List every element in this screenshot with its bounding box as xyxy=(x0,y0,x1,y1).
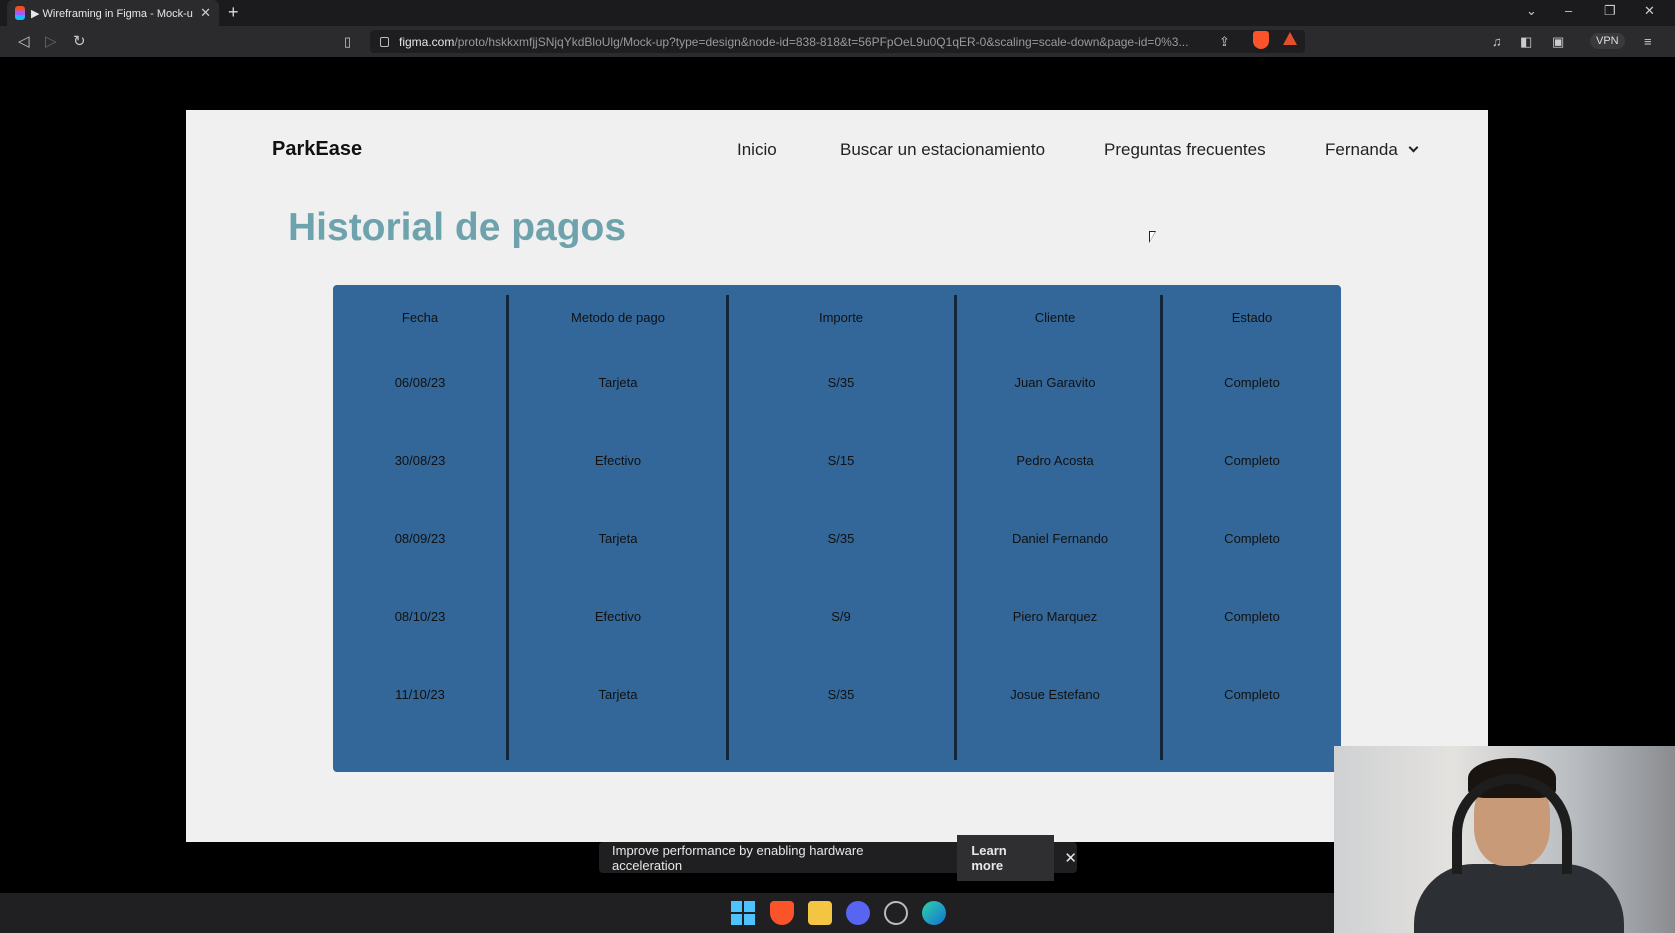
header-metodo-de-pago: Metodo de pago xyxy=(571,310,665,325)
cell-metodo: Tarjeta xyxy=(598,375,638,390)
toast-close-icon[interactable]: ✕ xyxy=(1064,849,1077,867)
cell-importe: S/9 xyxy=(831,609,851,624)
bookmark-icon[interactable]: ▯ xyxy=(344,34,351,50)
learn-more-button[interactable]: Learn more xyxy=(957,834,1055,881)
nav-buscar-estacionamiento[interactable]: Buscar un estacionamiento xyxy=(840,140,1045,160)
hardware-acceleration-toast: Improve performance by enabling hardware… xyxy=(599,834,1077,881)
tab-search-chevron-icon[interactable]: ⌄ xyxy=(1526,3,1537,19)
mouse-cursor-icon xyxy=(1149,231,1156,243)
column-divider xyxy=(726,295,729,760)
cell-importe: S/35 xyxy=(827,375,855,390)
cell-cliente: Pedro Acosta xyxy=(1016,453,1094,468)
figma-icon xyxy=(15,6,25,20)
cell-cliente: Josue Estefano xyxy=(1010,687,1100,702)
file-explorer-icon[interactable] xyxy=(808,901,832,925)
minimize-icon[interactable]: – xyxy=(1565,3,1572,18)
column-divider xyxy=(506,295,509,760)
site-logo[interactable]: ParkEase xyxy=(272,138,362,161)
browser-tab-bar: ▶ Wireframing in Figma - Mock-u ✕ + ⌄ – … xyxy=(0,0,1675,26)
cell-fecha: 06/08/23 xyxy=(394,375,446,390)
browser-toolbar: ◁ ▷ ↻ ▯ figma.com/proto/hskkxmfjjSNjqYkd… xyxy=(0,26,1675,57)
cell-fecha: 08/09/23 xyxy=(394,531,446,546)
header-fecha: Fecha xyxy=(401,310,439,325)
column-divider xyxy=(1160,295,1163,760)
brave-rewards-icon[interactable] xyxy=(1283,32,1297,45)
address-bar[interactable]: figma.com/proto/hskkxmfjjSNjqYkdBloUlg/M… xyxy=(370,30,1305,53)
cell-metodo: Efectivo xyxy=(594,453,642,468)
page-title: Historial de pagos xyxy=(288,206,627,249)
payments-table: Fecha Metodo de pago Importe Cliente Est… xyxy=(333,285,1341,772)
header-cliente: Cliente xyxy=(1034,310,1076,325)
header-estado: Estado xyxy=(1231,310,1273,325)
url-domain: figma.com xyxy=(399,34,455,49)
tab-title: ▶ Wireframing in Figma - Mock-u xyxy=(31,7,193,20)
user-name: Fernanda xyxy=(1325,140,1398,159)
edge-icon[interactable] xyxy=(922,901,946,925)
cell-metodo: Efectivo xyxy=(594,609,642,624)
cell-cliente: Piero Marquez xyxy=(1012,609,1098,624)
cell-estado: Completo xyxy=(1224,687,1280,702)
cell-estado: Completo xyxy=(1224,375,1280,390)
obs-icon[interactable] xyxy=(884,901,908,925)
share-icon[interactable]: ⇪ xyxy=(1219,34,1230,50)
toast-message: Improve performance by enabling hardware… xyxy=(612,842,864,873)
webcam-overlay xyxy=(1334,746,1675,933)
cell-fecha: 30/08/23 xyxy=(394,453,446,468)
window-close-icon[interactable]: ✕ xyxy=(1644,3,1655,19)
cell-importe: S/35 xyxy=(827,687,855,702)
chevron-down-icon xyxy=(1408,142,1419,153)
restore-icon[interactable]: ❐ xyxy=(1604,3,1616,19)
column-divider xyxy=(954,295,957,760)
discord-icon[interactable] xyxy=(846,901,870,925)
new-tab-button[interactable]: + xyxy=(228,2,239,23)
cell-cliente: Juan Garavito xyxy=(1014,375,1096,390)
reload-icon[interactable]: ↻ xyxy=(73,32,86,50)
windows-start-icon[interactable] xyxy=(731,901,755,925)
media-icon[interactable]: ♫ xyxy=(1492,34,1502,49)
cell-importe: S/35 xyxy=(827,531,855,546)
browser-tab[interactable]: ▶ Wireframing in Figma - Mock-u ✕ xyxy=(7,0,219,26)
brave-shield-icon[interactable] xyxy=(1253,31,1269,49)
cell-fecha: 08/10/23 xyxy=(394,609,446,624)
cell-estado: Completo xyxy=(1224,531,1280,546)
url-path: /proto/hskkxmfjjSNjqYkdBloUlg/Mock-up?ty… xyxy=(454,34,1189,49)
cell-estado: Completo xyxy=(1224,453,1280,468)
user-menu[interactable]: Fernanda xyxy=(1325,140,1419,160)
prototype-canvas: ParkEase Inicio Buscar un estacionamient… xyxy=(186,110,1488,842)
menu-icon[interactable]: ≡ xyxy=(1644,34,1652,49)
cell-cliente: Daniel Fernando xyxy=(1011,531,1109,546)
back-icon[interactable]: ◁ xyxy=(18,32,30,50)
lock-icon xyxy=(380,36,389,47)
header-importe: Importe xyxy=(818,310,864,325)
url-text: figma.com/proto/hskkxmfjjSNjqYkdBloUlg/M… xyxy=(399,35,1219,49)
cell-metodo: Tarjeta xyxy=(598,687,638,702)
nav-inicio[interactable]: Inicio xyxy=(737,140,777,160)
sidebar-icon[interactable]: ◧ xyxy=(1520,34,1532,50)
tab-close-icon[interactable]: ✕ xyxy=(200,5,211,21)
cell-importe: S/15 xyxy=(827,453,855,468)
vpn-button[interactable]: VPN xyxy=(1590,33,1625,49)
forward-icon[interactable]: ▷ xyxy=(45,32,57,50)
nav-preguntas-frecuentes[interactable]: Preguntas frecuentes xyxy=(1104,140,1266,160)
cell-fecha: 11/10/23 xyxy=(395,687,445,702)
brave-browser-icon[interactable] xyxy=(770,901,794,925)
wallet-icon[interactable]: ▣ xyxy=(1552,34,1564,50)
person-shirt xyxy=(1414,864,1624,933)
cell-metodo: Tarjeta xyxy=(598,531,638,546)
cell-estado: Completo xyxy=(1224,609,1280,624)
